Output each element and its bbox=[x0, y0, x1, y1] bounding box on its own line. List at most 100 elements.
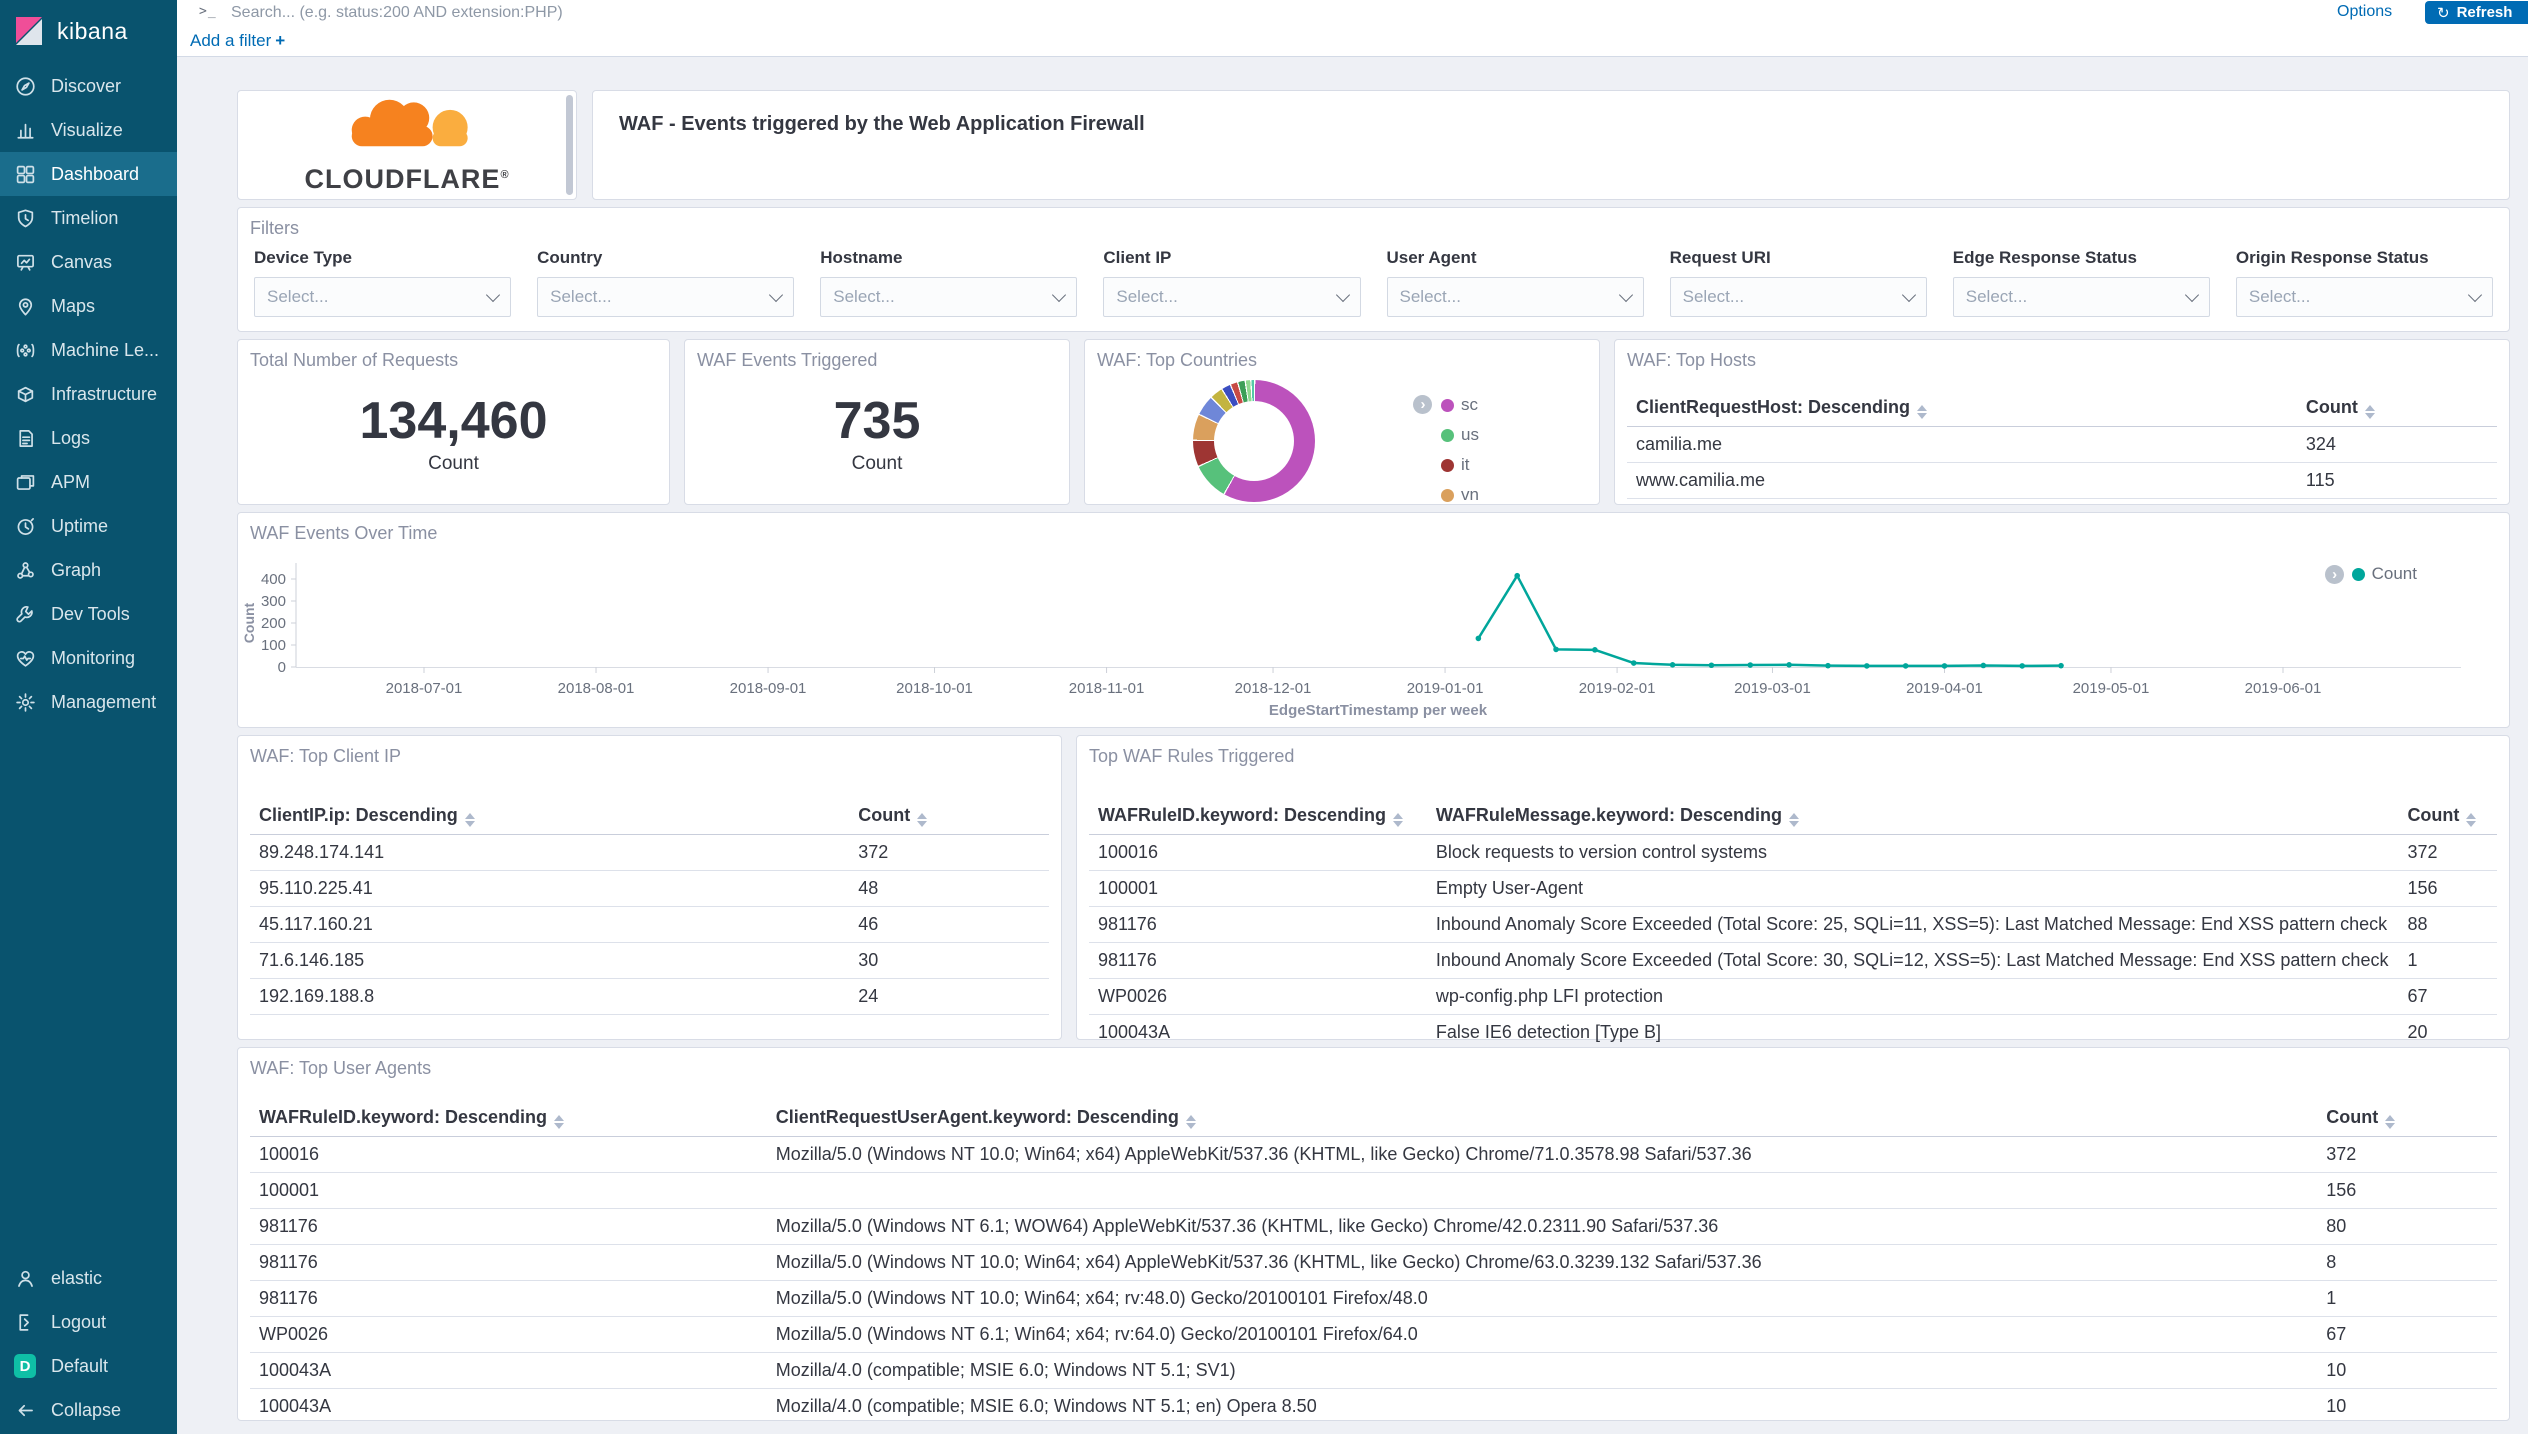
refresh-button[interactable]: ↻ Refresh bbox=[2425, 1, 2528, 24]
sidebar-item-visualize[interactable]: Visualize bbox=[0, 108, 177, 152]
sidebar-item-management[interactable]: Management bbox=[0, 680, 177, 724]
sidebar-item-maps[interactable]: Maps bbox=[0, 284, 177, 328]
sort-icon[interactable] bbox=[554, 1115, 564, 1129]
table-cell bbox=[767, 1173, 2317, 1209]
sidebar-item-dev-tools[interactable]: Dev Tools bbox=[0, 592, 177, 636]
legend-item-us[interactable]: us bbox=[1441, 424, 1479, 446]
dashboard-title-panel: WAF - Events triggered by the Web Applic… bbox=[592, 90, 2510, 200]
svg-text:400: 400 bbox=[261, 571, 286, 588]
countries-donut-chart[interactable] bbox=[1193, 380, 1315, 502]
table-cell: Mozilla/5.0 (Windows NT 10.0; Win64; x64… bbox=[767, 1245, 2317, 1281]
table-row: 981176Mozilla/5.0 (Windows NT 10.0; Win6… bbox=[250, 1281, 2497, 1317]
sort-icon[interactable] bbox=[1393, 813, 1403, 827]
table-cell: 10 bbox=[2317, 1353, 2497, 1389]
filter-select-request-uri[interactable]: Select... bbox=[1670, 277, 1927, 317]
sort-icon[interactable] bbox=[2466, 813, 2476, 827]
filter-select-edge-response-status[interactable]: Select... bbox=[1953, 277, 2210, 317]
select-placeholder: Select... bbox=[550, 287, 611, 307]
legend-item-count[interactable]: Count bbox=[2352, 563, 2417, 585]
bar-chart-icon bbox=[14, 119, 36, 141]
panel-scrollbar[interactable] bbox=[566, 95, 573, 195]
sort-icon[interactable] bbox=[917, 813, 927, 827]
dashboard-canvas: CLOUDFLARE® WAF - Events triggered by th… bbox=[177, 56, 2528, 1434]
panel-title: WAF Events Over Time bbox=[238, 513, 2509, 554]
svg-text:200: 200 bbox=[261, 615, 286, 632]
column-header[interactable]: ClientRequestUserAgent.keyword: Descendi… bbox=[767, 1100, 2317, 1137]
sidebar-item-uptime[interactable]: Uptime bbox=[0, 504, 177, 548]
sidebar-item-apm[interactable]: APM bbox=[0, 460, 177, 504]
filter-field-hostname: HostnameSelect... bbox=[820, 248, 1077, 317]
sidebar-item-label: Infrastructure bbox=[51, 384, 157, 405]
filter-select-device-type[interactable]: Select... bbox=[254, 277, 511, 317]
sidebar-item-canvas[interactable]: Canvas bbox=[0, 240, 177, 284]
sidebar-item-graph[interactable]: Graph bbox=[0, 548, 177, 592]
column-header[interactable]: Count bbox=[849, 798, 1049, 835]
table-row: 89.248.174.141372 bbox=[250, 835, 1049, 871]
svg-text:2018-09-01: 2018-09-01 bbox=[730, 680, 807, 697]
legend-dot bbox=[2352, 568, 2365, 581]
legend-dot bbox=[1441, 429, 1454, 442]
table-row: WP0026Mozilla/5.0 (Windows NT 6.1; Win64… bbox=[250, 1317, 2497, 1353]
legend-dot bbox=[1441, 489, 1454, 502]
legend-item-sc[interactable]: sc bbox=[1441, 394, 1479, 416]
sidebar-item-logout[interactable]: Logout bbox=[0, 1300, 177, 1344]
column-header[interactable]: WAFRuleID.keyword: Descending bbox=[250, 1100, 767, 1137]
sidebar-item-collapse[interactable]: Collapse bbox=[0, 1388, 177, 1432]
column-header[interactable]: Count bbox=[2317, 1100, 2497, 1137]
sort-icon[interactable] bbox=[1186, 1115, 1196, 1129]
column-header[interactable]: Count bbox=[2398, 798, 2497, 835]
table-cell: 100001 bbox=[1089, 871, 1427, 907]
sort-icon[interactable] bbox=[465, 813, 475, 827]
table-cell: 981176 bbox=[250, 1209, 767, 1245]
filter-select-client-ip[interactable]: Select... bbox=[1103, 277, 1360, 317]
sidebar-item-label: Discover bbox=[51, 76, 121, 97]
sidebar-item-timelion[interactable]: Timelion bbox=[0, 196, 177, 240]
sidebar-item-dashboard[interactable]: Dashboard bbox=[0, 152, 177, 196]
filter-select-country[interactable]: Select... bbox=[537, 277, 794, 317]
sidebar-item-infrastructure[interactable]: Infrastructure bbox=[0, 372, 177, 416]
sidebar-item-machine-learning[interactable]: Machine Le... bbox=[0, 328, 177, 372]
table-row: 95.110.225.4148 bbox=[250, 871, 1049, 907]
sort-icon[interactable] bbox=[2385, 1115, 2395, 1129]
filter-select-origin-response-status[interactable]: Select... bbox=[2236, 277, 2493, 317]
kibana-logo[interactable]: kibana bbox=[0, 0, 177, 64]
sidebar-item-elastic[interactable]: elastic bbox=[0, 1256, 177, 1300]
chevron-down-icon bbox=[1619, 288, 1633, 302]
column-header[interactable]: ClientRequestHost: Descending bbox=[1627, 390, 2297, 427]
column-header[interactable]: ClientIP.ip: Descending bbox=[250, 798, 849, 835]
legend-item-vn[interactable]: vn bbox=[1441, 484, 1479, 505]
sidebar-item-logs[interactable]: Logs bbox=[0, 416, 177, 460]
search-input[interactable] bbox=[229, 0, 2133, 26]
filter-select-hostname[interactable]: Select... bbox=[820, 277, 1077, 317]
legend-label: Count bbox=[2372, 564, 2417, 584]
svg-text:100: 100 bbox=[261, 637, 286, 654]
filter-label: Request URI bbox=[1670, 248, 1927, 268]
legend-expand-icon[interactable] bbox=[1413, 395, 1432, 414]
add-filter-link[interactable]: Add a filter+ bbox=[190, 31, 285, 51]
legend-item-it[interactable]: it bbox=[1441, 454, 1479, 476]
table-row: 981176Inbound Anomaly Score Exceeded (To… bbox=[1089, 907, 2497, 943]
table-row: 45.117.160.2146 bbox=[250, 907, 1049, 943]
table-cell: 981176 bbox=[1089, 943, 1427, 979]
column-header[interactable]: WAFRuleID.keyword: Descending bbox=[1089, 798, 1427, 835]
column-header[interactable]: WAFRuleMessage.keyword: Descending bbox=[1427, 798, 2399, 835]
column-header[interactable]: Count bbox=[2297, 390, 2497, 427]
legend-expand-icon[interactable] bbox=[2325, 565, 2344, 584]
table-cell: 372 bbox=[849, 835, 1049, 871]
filter-label: User Agent bbox=[1387, 248, 1644, 268]
sidebar-item-discover[interactable]: Discover bbox=[0, 64, 177, 108]
network-nodes-icon bbox=[14, 559, 36, 581]
sort-icon[interactable] bbox=[1789, 813, 1799, 827]
svg-text:300: 300 bbox=[261, 593, 286, 610]
space-d-badge: D bbox=[14, 1355, 36, 1377]
arrow-left-icon bbox=[14, 1399, 36, 1421]
sidebar-item-monitoring[interactable]: Monitoring bbox=[0, 636, 177, 680]
options-link[interactable]: Options bbox=[2337, 3, 2392, 21]
table-row: 100043AFalse IE6 detection [Type B]20 bbox=[1089, 1015, 2497, 1051]
sidebar-item-default-space[interactable]: DDefault bbox=[0, 1344, 177, 1388]
table-row: WP0026wp-config.php LFI protection67 bbox=[1089, 979, 2497, 1015]
sort-icon[interactable] bbox=[1917, 405, 1927, 419]
table-cell: 100001 bbox=[250, 1173, 767, 1209]
sort-icon[interactable] bbox=[2365, 405, 2375, 419]
filter-select-user-agent[interactable]: Select... bbox=[1387, 277, 1644, 317]
